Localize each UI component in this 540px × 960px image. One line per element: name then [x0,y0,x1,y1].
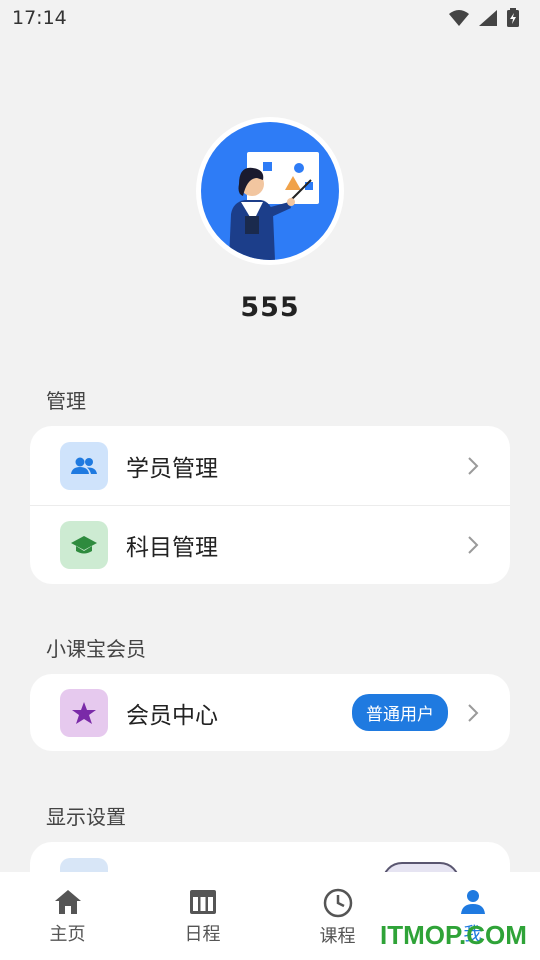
chevron-right-icon [468,703,479,722]
tab-label: 日程 [184,924,221,945]
section-title-manage: 管理 [46,389,86,413]
manage-card: 学员管理 科目管理 [30,426,510,584]
wifi-icon [449,10,469,26]
menu-item-member-center[interactable]: 会员中心 普通用户 [30,674,510,751]
chevron-right-icon [468,456,479,475]
clock-icon [323,888,352,918]
star-icon [60,688,108,737]
menu-item-subject-management[interactable]: 科目管理 [30,505,510,584]
people-icon [60,441,108,490]
menu-item-label: 学员管理 [126,455,218,482]
battery-icon [507,8,519,27]
section-title-membership: 小课宝会员 [46,637,146,661]
status-icons [448,8,520,28]
menu-item-label: 科目管理 [126,535,218,561]
avatar[interactable] [196,117,344,265]
status-bar: 17:14 [0,0,540,36]
watermark: ITMOP.COM [380,920,527,950]
avatar-image [201,122,339,260]
tab-label: 课程 [319,926,356,947]
membership-card: 会员中心 普通用户 [30,674,510,751]
tab-home[interactable]: 主页 [0,872,135,960]
chevron-right-icon [468,536,479,554]
tab-label: 主页 [49,924,86,945]
home-icon [54,890,81,914]
signal-icon [479,10,497,26]
section-title-display: 显示设置 [46,805,126,829]
status-time: 17:14 [12,7,67,29]
username: 555 [240,292,300,323]
menu-item-label: 会员中心 [126,702,218,729]
teacher-illustration [229,152,319,260]
menu-item-student-management[interactable]: 学员管理 [30,426,510,505]
calendar-icon [189,890,216,914]
tab-schedule[interactable]: 日程 [135,872,270,960]
person-icon [460,890,485,914]
membership-status-badge: 普通用户 [352,694,448,731]
graduation-cap-icon [60,521,108,569]
